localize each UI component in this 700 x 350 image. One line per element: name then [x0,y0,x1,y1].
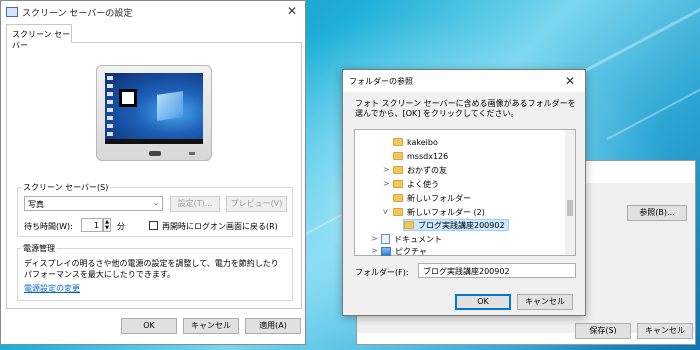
folder-tree[interactable]: kakeibo mssdx126 > おかずの友 > よく使う 新しいフォルダー… [354,129,576,256]
browse-title: フォルダーの参照 [349,77,413,86]
logon-checkbox-label: 再開時にログオン画面に戻る(R) [162,222,278,231]
tree-item[interactable]: ピクチャ [381,245,427,257]
qr-code-image [119,89,137,107]
folder-icon [393,194,403,202]
pictures-icon [381,246,391,256]
window-title: スクリーン セーバーの設定 [22,8,133,19]
documents-icon [381,234,390,244]
tree-item[interactable]: ドキュメント [381,233,442,245]
power-description: ディスプレイの明るさや他の電源の設定を調整して、電力を節約したりパフォーマンスを… [24,259,279,279]
folder-icon [393,138,403,146]
folder-icon [393,208,403,216]
browse-folder-dialog: フォルダーの参照 ✕ フォト スクリーン セーバーに含める画像があるフォルダーを… [342,69,586,316]
tab-screensaver[interactable]: スクリーン セーバー [6,24,72,50]
tree-scrollbar[interactable] [565,130,575,255]
logon-checkbox[interactable] [149,221,158,230]
close-icon[interactable]: ✕ [565,74,575,88]
folder-icon [393,180,403,188]
screensaver-select-value: 写真 [28,200,44,209]
cancel-button[interactable]: キャンセル [517,294,573,310]
tree-item[interactable]: kakeibo [393,136,438,148]
save-button[interactable]: 保存(S) [575,323,631,339]
tree-item[interactable]: よく使う [393,178,439,190]
taskbar [105,139,203,144]
desktop-icons [107,76,113,136]
power-settings-link[interactable]: 電源設定の変更 [24,283,80,294]
minutes-label: 分 [117,222,125,231]
chevron-down-icon: ⌄ [153,199,159,207]
tree-item[interactable]: おかずの友 [393,164,447,176]
settings-button[interactable]: 設定(T)... [170,196,220,212]
wait-minutes-input[interactable]: 1 [81,218,103,232]
monitor-bezel-button [149,151,161,156]
screensaver-group-label: スクリーン セーバー(S) [21,182,111,193]
wait-label: 待ち時間(W): [24,222,73,231]
titlebar: スクリーン セーバーの設定 ✕ [1,1,305,23]
cancel-button[interactable]: キャンセル [183,318,239,334]
browse-instruction: フォト スクリーン セーバーに含める画像があるフォルダーを選んでから、[OK] … [355,99,576,118]
chevron-right-icon[interactable]: > [383,179,390,188]
tree-item[interactable]: 新しいフォルダー [393,192,471,204]
tab-panel: スクリーン セーバー(S) 写真 ⌄ 設定(T)... プレビュー(V) 待ち時… [6,42,302,309]
folder-icon [393,166,403,174]
chevron-right-icon[interactable]: > [371,234,378,243]
monitor-led [189,152,195,155]
power-group-label: 電源管理 [21,243,57,254]
wait-spinner[interactable]: ▲ ▼ [103,218,111,232]
browse-button[interactable]: 参照(B)... [627,205,687,221]
chevron-right-icon[interactable]: > [383,165,390,174]
preview-screen [105,73,203,144]
tree-item[interactable]: 新しいフォルダー (2) [393,206,485,218]
preview-button[interactable]: プレビュー(V) [226,196,287,212]
screensaver-settings-dialog: スクリーン セーバーの設定 ✕ スクリーン セーバー スクリーン セーバー(S)… [0,0,306,345]
scroll-thumb[interactable] [567,200,573,216]
monitor-preview [96,65,212,161]
ok-button[interactable]: OK [121,318,177,334]
folder-icon [404,221,414,229]
chevron-right-icon[interactable]: > [371,246,378,255]
cancel-button[interactable]: キャンセル [637,323,693,339]
folder-icon [393,152,403,160]
screensaver-select[interactable]: 写真 ⌄ [24,196,163,211]
apply-button[interactable]: 適用(A) [245,318,301,334]
tree-item[interactable]: mssdx126 [393,150,448,162]
close-icon[interactable]: ✕ [287,5,297,17]
browse-titlebar: フォルダーの参照 ✕ [343,70,585,92]
monitor-icon [6,7,18,17]
folder-input[interactable]: ブログ実践講座200902 [418,263,576,278]
tree-item-selected[interactable]: ブログ実践講座200902 [403,219,509,231]
folder-label: フォルダー(F): [355,268,409,277]
windows-logo [157,91,183,121]
chevron-down-icon[interactable]: v [383,207,388,216]
ok-button[interactable]: OK [455,294,511,310]
